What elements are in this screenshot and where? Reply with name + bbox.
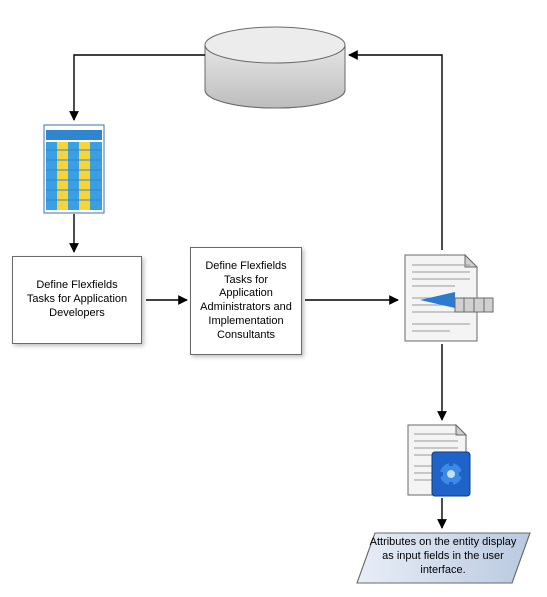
box-developers: Define Flexfields Tasks for Application … xyxy=(12,256,142,344)
box-admins: Define Flexfields Tasks for Application … xyxy=(190,247,302,355)
box-admins-text: Define Flexfields Tasks for Application … xyxy=(199,260,293,343)
document-icon xyxy=(405,255,493,341)
attributes-text-wrap: Attributes on the entity display as inpu… xyxy=(368,536,518,577)
database-icon xyxy=(205,27,345,108)
box-developers-text: Define Flexfields Tasks for Application … xyxy=(21,279,133,320)
document-gear-icon xyxy=(408,425,470,496)
table-icon xyxy=(44,125,104,213)
attributes-text: Attributes on the entity display as inpu… xyxy=(370,536,517,576)
